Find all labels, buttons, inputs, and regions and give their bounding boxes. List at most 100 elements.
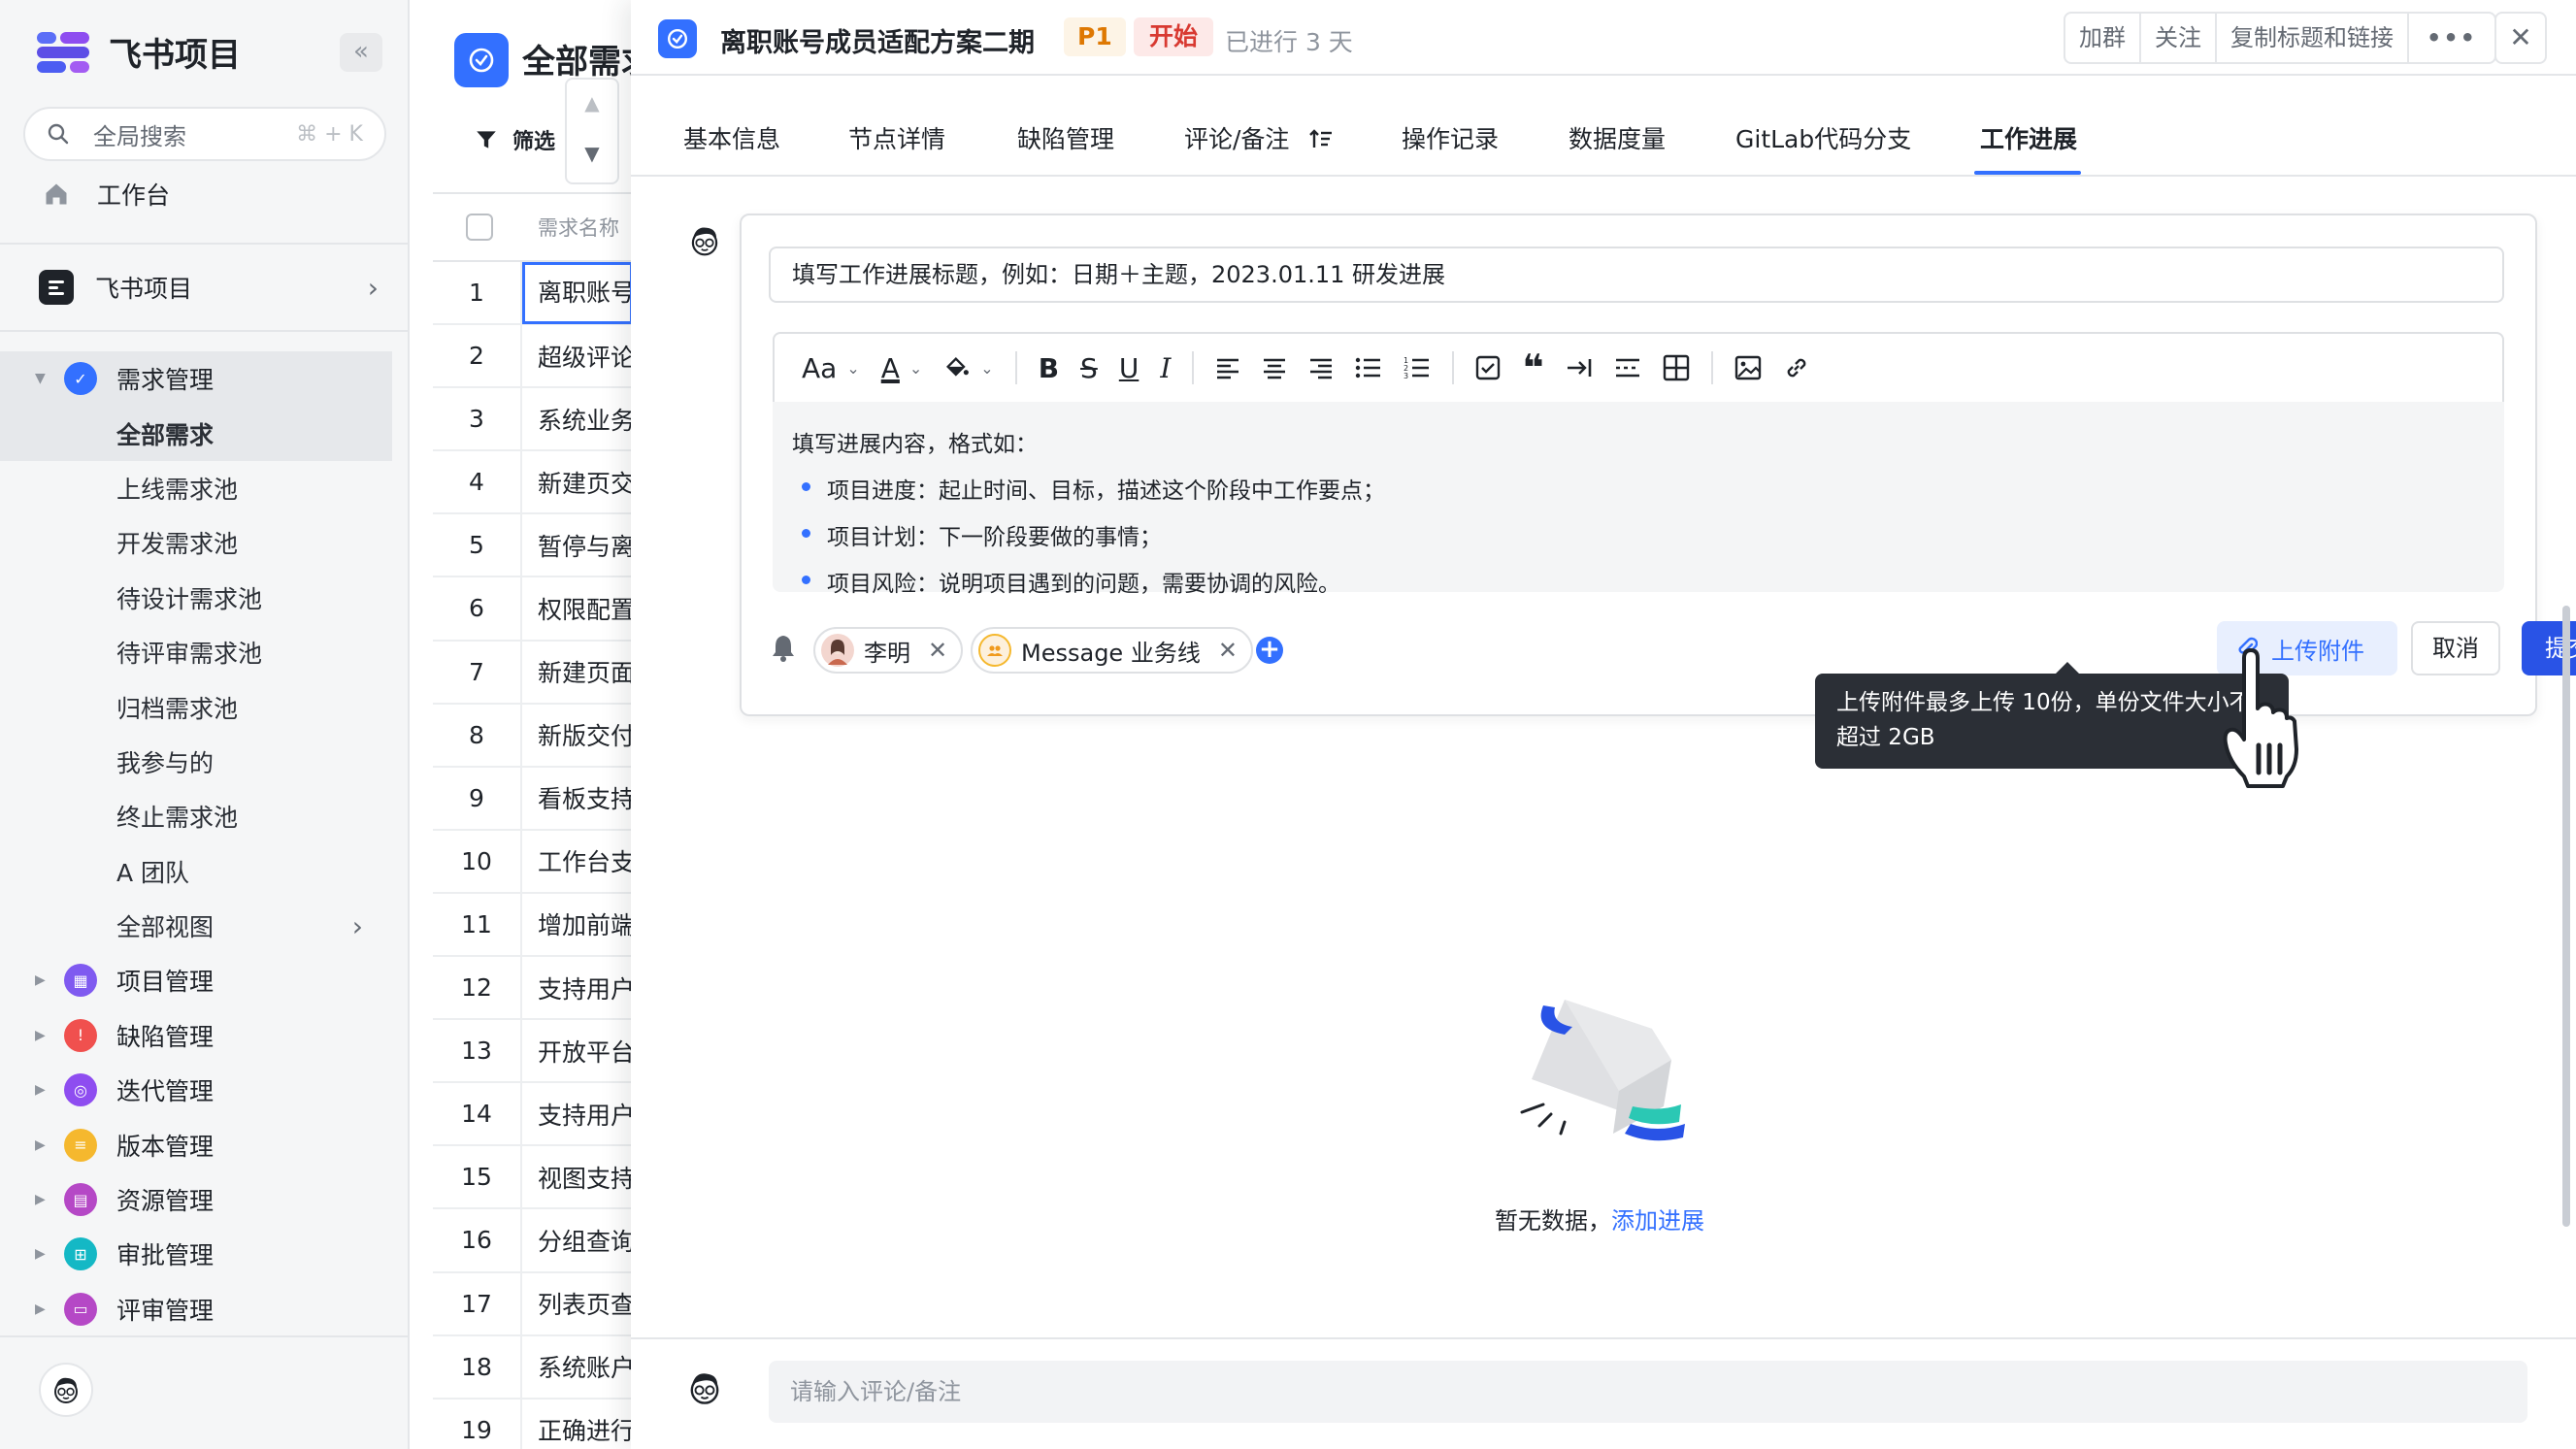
table-row[interactable]: 4 新建页交: [433, 451, 633, 515]
row-name[interactable]: 离职账号: [522, 261, 633, 324]
row-name[interactable]: 工作台支: [522, 843, 633, 878]
table-row[interactable]: 14 支持用户: [433, 1083, 633, 1147]
indent-icon[interactable]: [1566, 348, 1593, 387]
image-icon[interactable]: [1734, 348, 1762, 387]
global-search-input[interactable]: 全局搜索 ⌘ + K: [23, 107, 386, 161]
underline-icon[interactable]: U: [1119, 348, 1139, 387]
table-row[interactable]: 18 系统账户: [433, 1335, 633, 1400]
font-size-dropdown[interactable]: Aa ⌄: [802, 348, 860, 387]
table-icon[interactable]: [1663, 348, 1690, 387]
table-row[interactable]: 2 超级评论: [433, 325, 633, 389]
row-name[interactable]: 暂停与离: [522, 528, 633, 563]
row-name[interactable]: 支持用户: [522, 971, 633, 1005]
select-all-checkbox[interactable]: [466, 214, 493, 241]
table-row[interactable]: 9 看板支持: [433, 767, 633, 831]
table-row[interactable]: 12 支持用户: [433, 957, 633, 1021]
table-row[interactable]: 10 工作台支: [433, 830, 633, 894]
space-switcher[interactable]: 飞书项目 ›: [39, 270, 379, 305]
row-name[interactable]: 系统业务: [522, 402, 633, 437]
mention-chip-user[interactable]: 李明 ✕: [813, 627, 964, 674]
progress-title-input[interactable]: 填写工作进展标题，例如：日期＋主题，2023.01.11 研发进展: [769, 247, 2504, 303]
sidebar-item-projects[interactable]: ▶ ▦ 项目管理: [0, 953, 392, 1007]
previous-record-button[interactable]: ▲: [567, 91, 617, 115]
row-name[interactable]: 超级评论: [522, 339, 633, 374]
checkbox-icon[interactable]: [1475, 348, 1501, 387]
numbered-list-icon[interactable]: 123: [1404, 348, 1431, 387]
status-badge[interactable]: 开始: [1134, 17, 1214, 56]
bell-icon[interactable]: [771, 633, 796, 662]
tab-bugs[interactable]: 缺陷管理: [1017, 120, 1114, 155]
add-mention-button[interactable]: +: [1256, 637, 1283, 664]
join-group-button[interactable]: 加群: [2065, 14, 2141, 62]
sidebar-item-dev-pool[interactable]: 开发需求池: [0, 515, 392, 570]
table-row[interactable]: 11 增加前端: [433, 893, 633, 958]
progress-content-editor[interactable]: 填写进展内容，格式如： 项目进度：起止时间、目标，描述这个阶段中工作要点； 项目…: [773, 402, 2504, 597]
workbench-link[interactable]: 工作台: [43, 177, 170, 212]
tab-comments[interactable]: 评论/备注: [1184, 120, 1334, 155]
strikethrough-icon[interactable]: S: [1080, 348, 1098, 387]
remove-icon[interactable]: ✕: [928, 637, 947, 664]
table-row[interactable]: 16 分组查询: [433, 1209, 633, 1273]
row-name[interactable]: 正确进行: [522, 1412, 633, 1447]
collapse-sidebar-button[interactable]: «: [340, 33, 382, 72]
row-name[interactable]: 看板支持: [522, 780, 633, 815]
sidebar-item-versions[interactable]: ▶ ≡ 版本管理: [0, 1117, 392, 1171]
tab-basic-info[interactable]: 基本信息: [683, 120, 780, 155]
sidebar-item-bugs[interactable]: ▶ ! 缺陷管理: [0, 1008, 392, 1063]
row-name[interactable]: 列表页查: [522, 1286, 633, 1321]
close-icon[interactable]: ✕: [2494, 12, 2547, 64]
row-name[interactable]: 开放平台: [522, 1034, 633, 1069]
row-name[interactable]: 分组查询: [522, 1223, 633, 1258]
row-name[interactable]: 新版交付: [522, 717, 633, 752]
copy-link-button[interactable]: 复制标题和链接: [2217, 14, 2409, 62]
divider-icon[interactable]: [1614, 348, 1641, 387]
follow-button[interactable]: 关注: [2141, 14, 2217, 62]
sidebar-item-team-a[interactable]: A 团队: [0, 844, 392, 899]
detail-title[interactable]: 离职账号成员适配方案二期: [720, 21, 1035, 59]
add-progress-link[interactable]: 添加进展: [1611, 1207, 1704, 1235]
bold-icon[interactable]: B: [1039, 348, 1059, 387]
table-row[interactable]: 7 新建页面: [433, 641, 633, 705]
filter-button[interactable]: 筛选: [474, 124, 555, 155]
remove-icon[interactable]: ✕: [1218, 637, 1238, 664]
tab-gitlab-branches[interactable]: GitLab代码分支: [1735, 120, 1911, 155]
row-name[interactable]: 视图支持: [522, 1160, 633, 1195]
tab-metrics[interactable]: 数据度量: [1569, 120, 1666, 155]
row-name[interactable]: 权限配置: [522, 591, 633, 626]
app-logo[interactable]: 飞书项目: [37, 27, 241, 76]
sidebar-item-terminated-pool[interactable]: 终止需求池: [0, 789, 392, 843]
comment-input[interactable]: 请输入评论/备注: [769, 1361, 2527, 1423]
link-icon[interactable]: [1783, 348, 1810, 387]
row-name[interactable]: 增加前端: [522, 906, 633, 941]
priority-badge[interactable]: P1: [1064, 17, 1126, 56]
table-row[interactable]: 13 开放平台: [433, 1020, 633, 1084]
align-center-icon[interactable]: [1262, 348, 1287, 387]
sidebar-item-resources[interactable]: ▶ ▤ 资源管理: [0, 1172, 392, 1227]
tab-node-details[interactable]: 节点详情: [848, 120, 945, 155]
italic-icon[interactable]: I: [1160, 348, 1171, 387]
scrollbar[interactable]: [2562, 606, 2570, 1227]
user-avatar[interactable]: [39, 1363, 93, 1417]
sidebar-item-review-pool[interactable]: 待评审需求池: [0, 625, 392, 679]
bullet-list-icon[interactable]: [1355, 348, 1382, 387]
sidebar-item-iterations[interactable]: ▶ ◎ 迭代管理: [0, 1063, 392, 1117]
table-row[interactable]: 19 正确进行: [433, 1399, 633, 1449]
sidebar-item-design-pool[interactable]: 待设计需求池: [0, 571, 392, 625]
quote-icon[interactable]: ❝: [1522, 348, 1543, 387]
cancel-button[interactable]: 取消: [2411, 621, 2500, 675]
row-name[interactable]: 系统账户: [522, 1349, 633, 1384]
more-icon[interactable]: •••: [2409, 14, 2494, 62]
sidebar-item-release-pool[interactable]: 上线需求池: [0, 461, 392, 515]
align-right-icon[interactable]: [1308, 348, 1334, 387]
sidebar-item-reviews[interactable]: ▶ ▭ 评审管理: [0, 1282, 392, 1336]
tab-operation-log[interactable]: 操作记录: [1402, 120, 1499, 155]
text-color-dropdown[interactable]: A ⌄: [881, 348, 923, 387]
next-record-button[interactable]: ▼: [567, 142, 617, 165]
sidebar-item-approvals[interactable]: ▶ ⊞ 审批管理: [0, 1227, 392, 1281]
table-row[interactable]: 8 新版交付: [433, 704, 633, 768]
mention-chip-group[interactable]: Message 业务线 ✕: [971, 627, 1253, 674]
sidebar-item-all-requirements[interactable]: 全部需求: [0, 406, 392, 461]
sidebar-item-all-views[interactable]: 全部视图 ›: [0, 899, 392, 953]
highlight-color-dropdown[interactable]: ⌄: [943, 348, 994, 387]
sidebar-item-requirements[interactable]: ▼ ✓ 需求管理: [0, 351, 392, 407]
